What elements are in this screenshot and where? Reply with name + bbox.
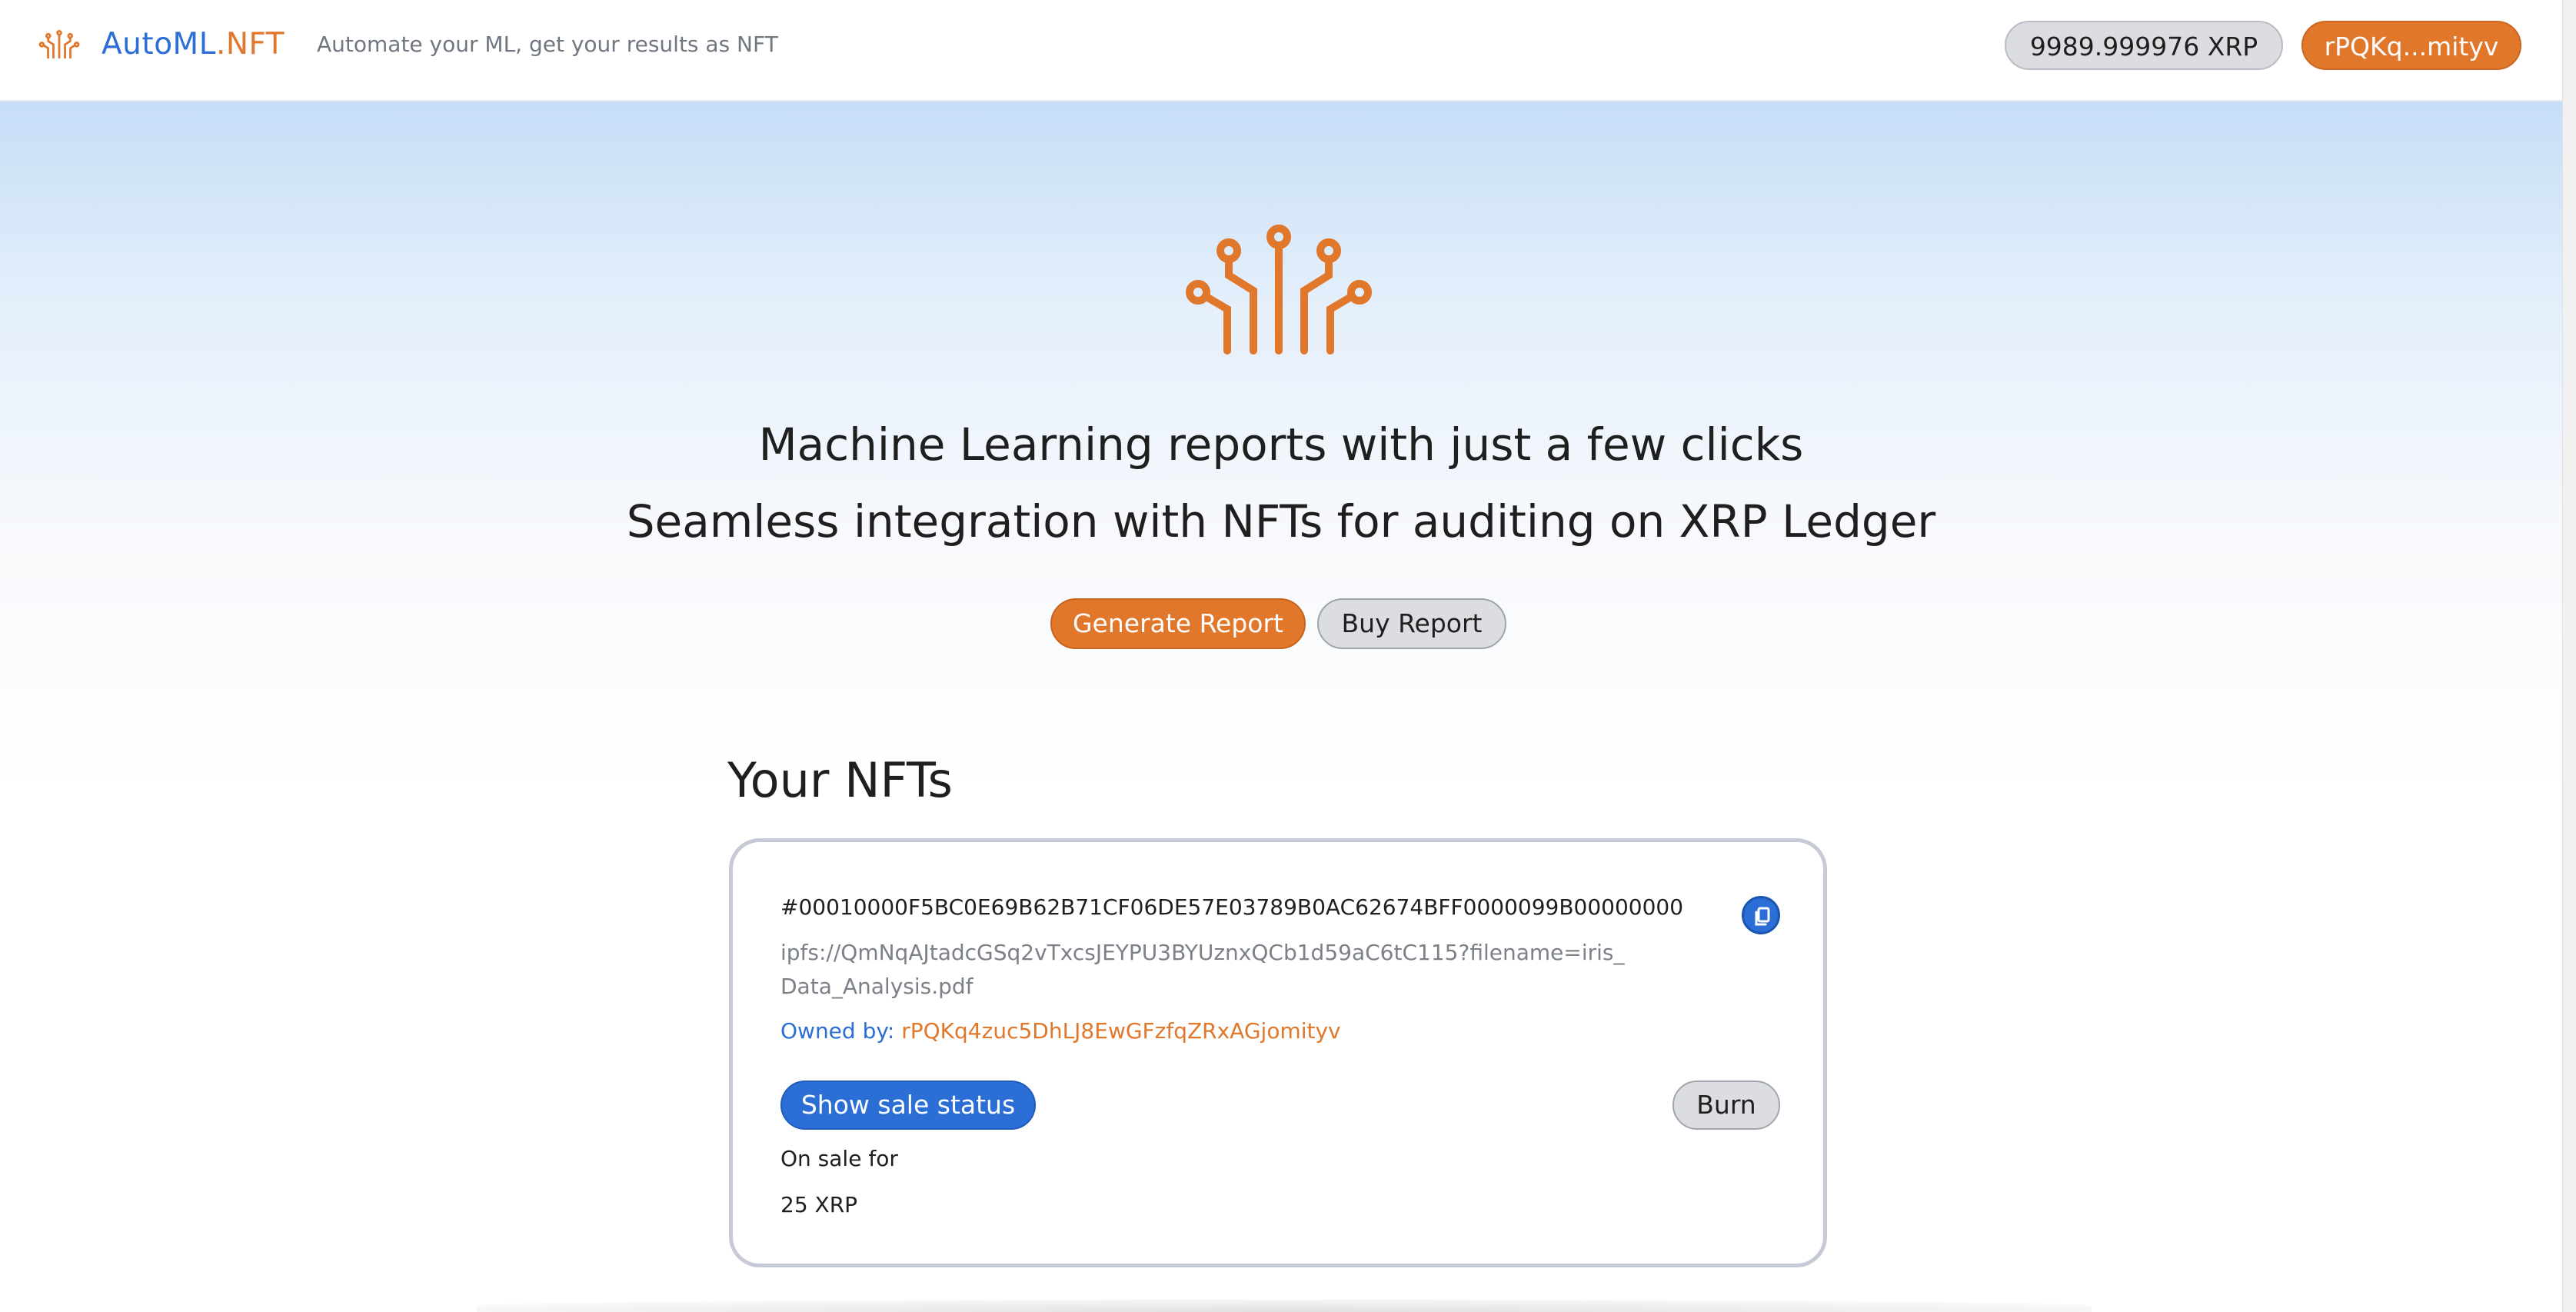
nft-card: #00010000F5BC0E69B62B71CF06DE57E03789B0A… — [729, 838, 1827, 1267]
generate-report-button[interactable]: Generate Report — [1050, 598, 1306, 649]
top-navbar: AutoML.NFT Automate your ML, get your re… — [0, 0, 2562, 102]
sale-status-text: On sale for — [780, 1146, 898, 1171]
hero-headline: Machine Learning reports with just a few… — [758, 418, 1804, 471]
circuit-tree-icon — [1186, 225, 1372, 355]
account-button[interactable]: rPQKq...mityv — [2301, 21, 2521, 70]
owner-label: Owned by: — [780, 1018, 902, 1044]
nft-id: #00010000F5BC0E69B62B71CF06DE57E03789B0A… — [780, 894, 1684, 920]
nft-uri: ipfs://QmNqAJtadcGSq2vTxcsJEYPU3BYUznxQC… — [780, 940, 1625, 999]
scrollbar[interactable] — [2562, 0, 2576, 1312]
owner-address: rPQKq4zuc5DhLJ8EwGFzfqZRxAGjomityv — [901, 1018, 1341, 1044]
burn-button[interactable]: Burn — [1672, 1081, 1780, 1130]
balance-button[interactable]: 9989.999976 XRP — [2005, 21, 2283, 70]
show-sale-status-button[interactable]: Show sale status — [780, 1081, 1036, 1130]
hero-subheadline: Seamless integration with NFTs for audit… — [626, 495, 1936, 548]
nft-owner: Owned by: rPQKq4zuc5DhLJ8EwGFzfqZRxAGjom… — [780, 1016, 1341, 1047]
sale-price: 25 XRP — [780, 1192, 858, 1217]
your-nfts-heading: Your NFTs — [727, 752, 953, 808]
copy-button[interactable] — [1742, 896, 1780, 934]
bottom-card-edge — [477, 1300, 2092, 1312]
buy-report-button[interactable]: Buy Report — [1317, 598, 1506, 649]
brand-name-part1: AutoML — [102, 27, 216, 62]
brand-name-part2: .NFT — [215, 27, 285, 62]
copy-icon — [1755, 907, 1770, 926]
tagline: Automate your ML, get your results as NF… — [317, 32, 778, 57]
brand-name[interactable]: AutoML.NFT — [102, 25, 285, 64]
circuit-tree-icon — [38, 29, 80, 59]
